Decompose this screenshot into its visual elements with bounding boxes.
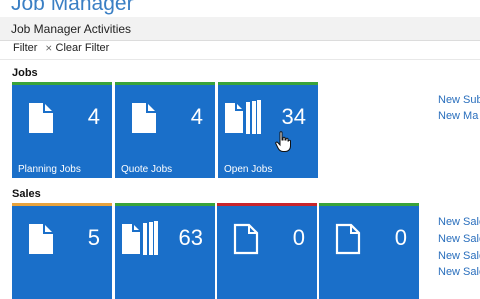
tile-sales-2[interactable]: 63 — [115, 203, 215, 299]
single-document-icon — [29, 103, 53, 133]
tile-status-stripe — [217, 203, 317, 206]
hand-cursor-icon — [275, 131, 291, 152]
tile-planning-jobs[interactable]: 4 Planning Jobs — [12, 82, 112, 178]
single-document-icon — [132, 103, 156, 133]
tile-status-stripe — [319, 203, 419, 206]
tile-count: 63 — [178, 225, 203, 250]
activities-header: Job Manager Activities — [0, 17, 480, 41]
action-bar: Filter ⨯ Clear Filter — [0, 41, 480, 60]
tile-label: Open Jobs — [224, 164, 273, 175]
tile-count: 4 — [87, 104, 100, 129]
link-new-sub[interactable]: New Sub — [438, 94, 480, 106]
clear-filter-label: Clear Filter — [55, 42, 110, 54]
group-label-sales: Sales — [12, 188, 41, 200]
tile-status-stripe — [115, 203, 215, 206]
multi-document-icon — [225, 100, 261, 134]
link-new-sale-4[interactable]: New Sale — [438, 266, 480, 278]
tile-status-stripe — [115, 82, 215, 85]
tile-sales-3[interactable]: 0 — [217, 203, 317, 299]
link-new-ma[interactable]: New Ma — [438, 110, 478, 122]
filter-button[interactable]: Filter — [13, 42, 37, 54]
tile-count: 0 — [292, 225, 305, 250]
tile-count: 34 — [281, 104, 306, 129]
link-new-sale-1[interactable]: New Sale — [438, 216, 480, 228]
clear-filter-button[interactable]: ⨯ Clear Filter — [45, 42, 109, 54]
link-new-sale-3[interactable]: New Sale — [438, 250, 480, 262]
tile-sales-4[interactable]: 0 — [319, 203, 419, 299]
clear-filter-icon: ⨯ — [45, 43, 53, 53]
group-label-jobs: Jobs — [12, 67, 38, 79]
document-outline-icon — [335, 223, 361, 255]
tile-open-jobs[interactable]: 34 Open Jobs — [218, 82, 318, 178]
tile-count: 0 — [394, 225, 407, 250]
tile-label: Quote Jobs — [121, 164, 173, 175]
single-document-icon — [29, 224, 53, 254]
activities-title: Job Manager Activities — [11, 22, 132, 36]
page-title: Job Manager — [11, 0, 134, 15]
multi-document-icon — [122, 221, 158, 255]
tile-quote-jobs[interactable]: 4 Quote Jobs — [115, 82, 215, 178]
tile-label: Planning Jobs — [18, 164, 81, 175]
tile-status-stripe — [218, 82, 318, 85]
tile-count: 4 — [190, 104, 203, 129]
tile-sales-1[interactable]: 5 — [12, 203, 112, 299]
tile-status-stripe — [12, 82, 112, 85]
document-outline-icon — [233, 223, 259, 255]
tile-status-stripe — [12, 203, 112, 206]
link-new-sale-2[interactable]: New Sale — [438, 233, 480, 245]
tile-count: 5 — [87, 225, 100, 250]
